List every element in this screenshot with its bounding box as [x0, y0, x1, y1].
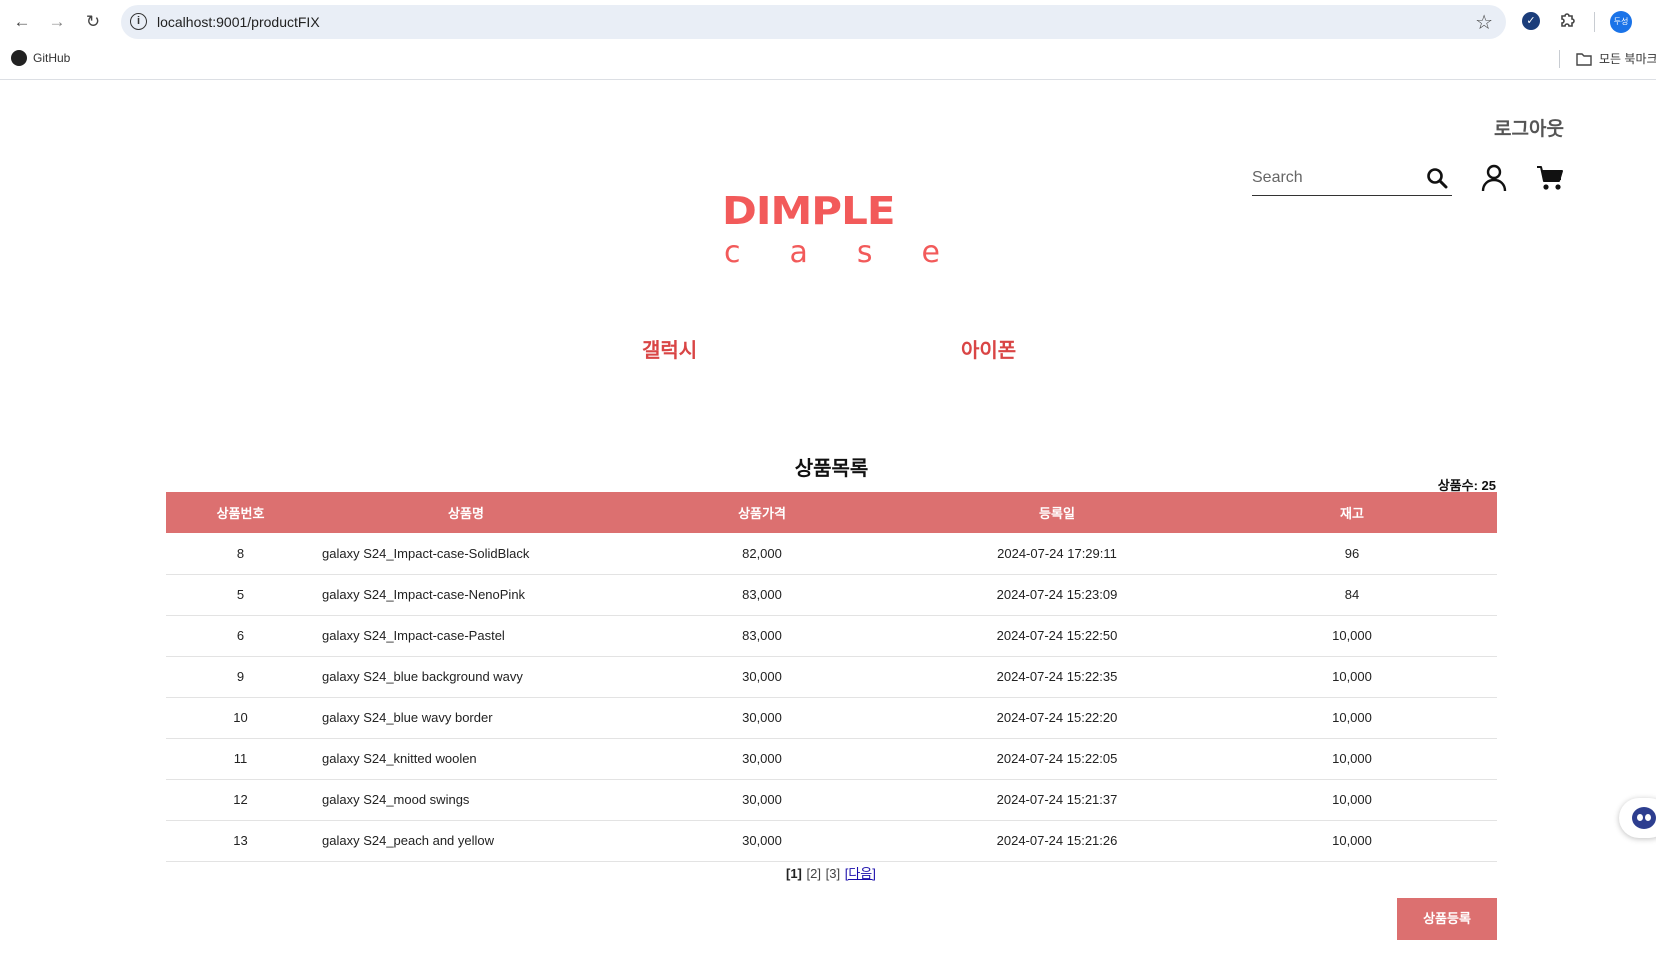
column-header-number: 상품번호 — [216, 506, 265, 521]
category-galaxy[interactable]: 갤럭시 — [642, 334, 697, 363]
table-row[interactable]: 5 galaxy S24_Impact-case-NenoPink 83,000… — [166, 574, 1497, 616]
table-header-row: 상품번호 상품명 상품가격 등록일 재고 — [166, 492, 1497, 533]
cell-date: 2024-07-24 15:22:05 — [907, 738, 1207, 780]
reload-icon[interactable]: ↻ — [81, 10, 105, 34]
cell-date: 2024-07-24 15:23:09 — [907, 574, 1207, 616]
cell-price: 30,000 — [617, 820, 907, 862]
cell-price: 30,000 — [617, 697, 907, 739]
back-arrow-icon[interactable]: ← — [10, 10, 34, 34]
logo-wordmark: DIMPLE — [722, 188, 896, 234]
user-icon[interactable] — [1481, 164, 1507, 192]
cart-icon[interactable] — [1536, 164, 1564, 191]
search-input[interactable] — [1252, 164, 1422, 192]
cell-date: 2024-07-24 15:21:26 — [907, 820, 1207, 862]
column-header-name: 상품명 — [448, 506, 484, 521]
cell-name[interactable]: galaxy S24_blue background wavy — [315, 656, 617, 698]
all-bookmarks-button[interactable]: 모든 북마크 — [1576, 50, 1656, 67]
github-icon — [11, 50, 27, 66]
table-row[interactable]: 10 galaxy S24_blue wavy border 30,000 20… — [166, 697, 1497, 739]
cell-name[interactable]: galaxy S24_Impact-case-NenoPink — [315, 574, 617, 616]
browser-chrome: ← → ↻ i localhost:9001/productFIX ☆ ✓ 두성… — [0, 0, 1656, 80]
cell-stock: 96 — [1207, 533, 1497, 575]
table-row[interactable]: 8 galaxy S24_Impact-case-SolidBlack 82,0… — [166, 533, 1497, 575]
cell-number: 6 — [166, 615, 315, 657]
table-row[interactable]: 13 galaxy S24_peach and yellow 30,000 20… — [166, 820, 1497, 862]
cell-price: 83,000 — [617, 615, 907, 657]
cell-stock: 10,000 — [1207, 779, 1497, 821]
chatbot-icon — [1632, 807, 1656, 829]
bookmark-github-label: GitHub — [33, 51, 71, 65]
cell-price: 83,000 — [617, 574, 907, 616]
column-header-date: 등록일 — [1039, 506, 1075, 521]
bookmark-separator — [1559, 50, 1560, 68]
profile-avatar[interactable]: 두성 — [1610, 11, 1632, 33]
cell-stock: 10,000 — [1207, 697, 1497, 739]
cell-number: 11 — [166, 738, 315, 780]
cell-name[interactable]: galaxy S24_blue wavy border — [315, 697, 617, 739]
column-header-stock: 재고 — [1340, 506, 1364, 521]
pagination: [1] [2] [3] [다음] — [786, 863, 877, 882]
cell-name[interactable]: galaxy S24_mood swings — [315, 779, 617, 821]
page-link-3[interactable]: [3] — [826, 866, 840, 881]
cell-stock: 10,000 — [1207, 656, 1497, 698]
cell-stock: 10,000 — [1207, 615, 1497, 657]
cell-date: 2024-07-24 15:21:37 — [907, 779, 1207, 821]
cell-price: 30,000 — [617, 738, 907, 780]
register-product-button[interactable]: 상품등록 — [1397, 898, 1497, 940]
category-iphone[interactable]: 아이폰 — [961, 334, 1016, 363]
cell-date: 2024-07-24 15:22:20 — [907, 697, 1207, 739]
all-bookmarks-label: 모든 북마크 — [1599, 52, 1656, 66]
cell-date: 2024-07-24 17:29:11 — [907, 533, 1207, 575]
table-row[interactable]: 9 galaxy S24_blue background wavy 30,000… — [166, 656, 1497, 698]
chatbot-launcher[interactable] — [1619, 798, 1656, 838]
extension-check-icon[interactable]: ✓ — [1522, 12, 1540, 30]
folder-icon — [1576, 52, 1592, 66]
page-link-1[interactable]: [1] — [786, 866, 802, 881]
dimple-case-logo[interactable]: DIMPLE c a s e — [722, 190, 942, 268]
cell-number: 9 — [166, 656, 315, 698]
next-page-link[interactable]: [다음] — [845, 866, 876, 881]
logo-subtitle: c a s e — [724, 235, 940, 270]
cell-date: 2024-07-24 15:22:35 — [907, 656, 1207, 698]
address-bar[interactable]: i localhost:9001/productFIX ☆ — [121, 5, 1506, 39]
cell-number: 13 — [166, 820, 315, 862]
cell-number: 5 — [166, 574, 315, 616]
logout-link[interactable]: 로그아웃 — [1494, 114, 1564, 141]
cell-number: 12 — [166, 779, 315, 821]
page-link-2[interactable]: [2] — [807, 866, 821, 881]
cell-price: 30,000 — [617, 779, 907, 821]
cell-name[interactable]: galaxy S24_peach and yellow — [315, 820, 617, 862]
cell-stock: 10,000 — [1207, 738, 1497, 780]
table-row[interactable]: 11 galaxy S24_knitted woolen 30,000 2024… — [166, 738, 1497, 780]
column-header-price: 상품가격 — [738, 506, 786, 521]
cell-number: 8 — [166, 533, 315, 575]
cell-stock: 84 — [1207, 574, 1497, 616]
cell-number: 10 — [166, 697, 315, 739]
cell-name[interactable]: galaxy S24_knitted woolen — [315, 738, 617, 780]
table-row[interactable]: 12 galaxy S24_mood swings 30,000 2024-07… — [166, 779, 1497, 821]
bookmark-star-icon[interactable]: ☆ — [1475, 10, 1493, 35]
search-icon[interactable] — [1426, 167, 1448, 189]
product-table: 상품번호 상품명 상품가격 등록일 재고 8 galaxy S24_Impact… — [166, 492, 1497, 862]
page-title: 상품목록 — [794, 458, 869, 480]
cell-price: 82,000 — [617, 533, 907, 575]
extensions-puzzle-icon[interactable] — [1558, 10, 1578, 30]
cell-name[interactable]: galaxy S24_Impact-case-SolidBlack — [315, 533, 617, 575]
site-info-icon[interactable]: i — [130, 13, 147, 30]
forward-arrow-icon[interactable]: → — [45, 10, 69, 34]
search-box — [1252, 164, 1452, 196]
cell-price: 30,000 — [617, 656, 907, 698]
cell-name[interactable]: galaxy S24_Impact-case-Pastel — [315, 615, 617, 657]
url-text[interactable]: localhost:9001/productFIX — [157, 14, 320, 30]
cell-stock: 10,000 — [1207, 820, 1497, 862]
bookmark-github[interactable]: GitHub — [11, 50, 70, 66]
cell-date: 2024-07-24 15:22:50 — [907, 615, 1207, 657]
table-row[interactable]: 6 galaxy S24_Impact-case-Pastel 83,000 2… — [166, 615, 1497, 657]
toolbar-separator — [1594, 12, 1595, 32]
